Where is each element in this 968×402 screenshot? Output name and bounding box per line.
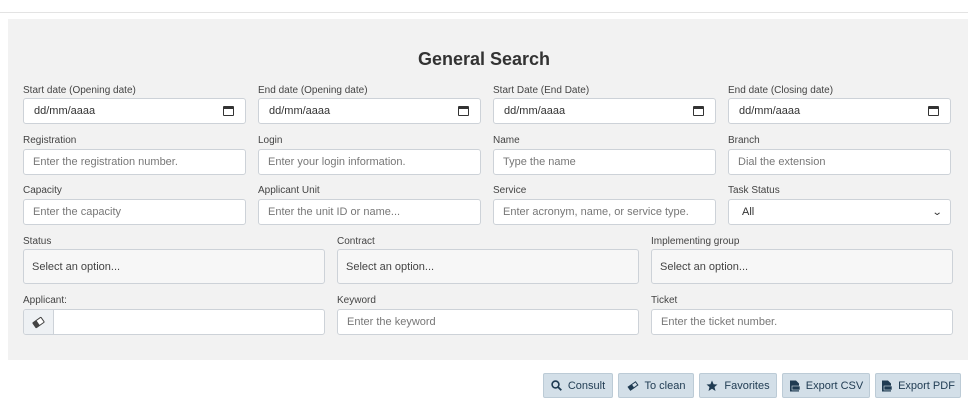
clean-button[interactable]: To clean [618,373,694,398]
eraser-icon [31,315,46,329]
registration-input[interactable]: Enter the registration number. [23,149,246,175]
star-icon [706,380,718,391]
login-label: Login [258,135,283,146]
applicant-field [23,309,325,335]
registration-label: Registration [23,135,77,146]
name-input[interactable]: Type the name [493,149,716,175]
date-value: dd/mm/aaaa [269,105,331,117]
csv-file-icon [789,380,800,391]
task-status-label: Task Status [728,185,780,196]
keyword-label: Keyword [337,295,376,306]
service-input[interactable]: Enter acronym, name, or service type. [493,199,716,225]
contract-label: Contract [337,236,375,247]
end-opening-date-label: End date (Opening date) [258,85,368,96]
end-closing-date-input[interactable]: dd/mm/aaaa [728,98,951,124]
login-input[interactable]: Enter your login information. [258,149,481,175]
page-title: General Search [417,49,551,69]
top-divider [0,12,968,13]
clean-label: To clean [644,379,686,392]
pdf-file-icon [882,380,893,391]
start-opening-date-input[interactable]: dd/mm/aaaa [23,98,246,124]
end-closing-date-label: End date (Closing date) [728,85,834,96]
start-end-date-label: Start Date (End Date) [493,85,590,96]
branch-label: Branch [728,135,760,146]
export-pdf-label: Export PDF [898,379,955,392]
task-status-select[interactable]: All ⌄ [728,199,951,225]
applicant-label: Applicant: [23,295,67,306]
status-label: Status [23,236,52,247]
date-value: dd/mm/aaaa [504,105,566,117]
implementing-group-label: Implementing group [651,236,740,247]
applicant-input[interactable] [54,310,324,334]
start-end-date-input[interactable]: dd/mm/aaaa [493,98,716,124]
calendar-icon[interactable] [458,106,469,116]
favorites-button[interactable]: Favorites [699,373,777,398]
contract-select[interactable]: Select an option... [337,249,639,284]
ticket-label: Ticket [651,295,678,306]
clear-applicant-button[interactable] [24,310,54,334]
branch-input[interactable]: Dial the extension [728,149,951,175]
calendar-icon[interactable] [693,106,704,116]
implementing-group-select[interactable]: Select an option... [651,249,953,284]
capacity-label: Capacity [23,185,62,196]
export-pdf-button[interactable]: Export PDF [875,373,961,398]
date-value: dd/mm/aaaa [34,105,96,117]
task-status-value: All [742,206,755,218]
status-select[interactable]: Select an option... [23,249,325,284]
export-csv-button[interactable]: Export CSV [782,373,870,398]
calendar-icon[interactable] [928,106,939,116]
consult-label: Consult [567,379,606,392]
start-opening-date-label: Start date (Opening date) [23,85,136,96]
calendar-icon[interactable] [223,106,234,116]
keyword-input[interactable]: Enter the keyword [337,309,639,335]
name-label: Name [493,135,520,146]
chevron-down-icon: ⌄ [931,206,943,218]
search-icon [551,380,562,391]
service-label: Service [493,185,527,196]
applicant-unit-input[interactable]: Enter the unit ID or name... [258,199,481,225]
export-csv-label: Export CSV [805,379,864,392]
favorites-label: Favorites [724,379,770,392]
ticket-input[interactable]: Enter the ticket number. [651,309,953,335]
applicant-unit-label: Applicant Unit [258,185,320,196]
consult-button[interactable]: Consult [543,373,613,398]
eraser-icon [626,380,639,391]
end-opening-date-input[interactable]: dd/mm/aaaa [258,98,481,124]
capacity-input[interactable]: Enter the capacity [23,199,246,225]
date-value: dd/mm/aaaa [739,105,801,117]
